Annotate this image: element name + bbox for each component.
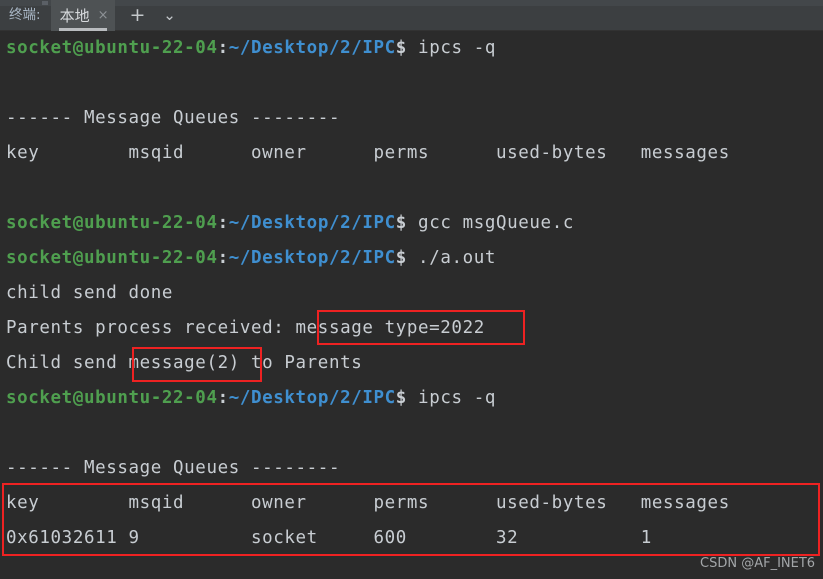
terminal-output-text: child send done bbox=[6, 283, 174, 303]
prompt-path: ~/Desktop/2/IPC bbox=[228, 213, 396, 233]
tab-local-label: 本地 bbox=[59, 6, 90, 25]
prompt-user-host: socket@ubuntu-22-04 bbox=[6, 213, 218, 233]
prompt-dollar: $ bbox=[395, 38, 407, 58]
tab-local[interactable]: 本地 × bbox=[50, 0, 116, 31]
terminal-output-line: 0x61032611 9 socket 600 32 1 bbox=[6, 527, 652, 549]
prompt-user-host: socket@ubuntu-22-04 bbox=[6, 248, 218, 268]
terminal-output-line: key msqid owner perms used-bytes message… bbox=[6, 142, 730, 164]
terminal-prompt-line: socket@ubuntu-22-04:~/Desktop/2/IPC$ ipc… bbox=[6, 387, 496, 409]
add-tab-icon[interactable]: + bbox=[129, 5, 146, 25]
terminal-output-text: key msqid owner perms used-bytes message… bbox=[6, 493, 730, 513]
terminal-output-text: key msqid owner perms used-bytes message… bbox=[6, 143, 730, 163]
prompt-path: ~/Desktop/2/IPC bbox=[228, 38, 396, 58]
tool-window-strip bbox=[0, 0, 823, 6]
terminal-output-line: ------ Message Queues -------- bbox=[6, 457, 340, 479]
prompt-dollar: $ bbox=[395, 388, 407, 408]
terminal-output-text: Child send message(2) to Parents bbox=[6, 353, 363, 373]
terminal-output-line: child send done bbox=[6, 282, 173, 304]
csdn-watermark: CSDN @AF_INET6 bbox=[700, 556, 816, 571]
terminal-prompt-line: socket@ubuntu-22-04:~/Desktop/2/IPC$ ipc… bbox=[6, 37, 496, 59]
close-icon[interactable]: × bbox=[98, 9, 109, 22]
prompt-path: ~/Desktop/2/IPC bbox=[228, 388, 396, 408]
terminal-output-text: Parents process received: message type=2… bbox=[6, 318, 485, 338]
prompt-colon: : bbox=[217, 38, 229, 58]
terminal-output-line: key msqid owner perms used-bytes message… bbox=[6, 492, 730, 514]
terminal-command: gcc msgQueue.c bbox=[406, 213, 574, 233]
prompt-dollar: $ bbox=[395, 213, 407, 233]
terminal-command: ./a.out bbox=[406, 248, 497, 268]
prompt-colon: : bbox=[217, 388, 229, 408]
strip-mark-1 bbox=[42, 1, 48, 5]
prompt-user-host: socket@ubuntu-22-04 bbox=[6, 388, 218, 408]
prompt-colon: : bbox=[217, 213, 229, 233]
terminal-output-text: ------ Message Queues -------- bbox=[6, 108, 341, 128]
terminal-output-text: 0x61032611 9 socket 600 32 1 bbox=[6, 528, 652, 548]
chevron-down-icon[interactable]: ⌄ bbox=[161, 7, 177, 23]
prompt-path: ~/Desktop/2/IPC bbox=[228, 248, 396, 268]
terminal-output-line: ------ Message Queues -------- bbox=[6, 107, 340, 129]
terminal-output-line: Child send message(2) to Parents bbox=[6, 352, 362, 374]
terminal-output-text: ------ Message Queues -------- bbox=[6, 458, 341, 478]
terminal-prompt-line: socket@ubuntu-22-04:~/Desktop/2/IPC$ gcc… bbox=[6, 212, 574, 234]
terminal-prompt-line: socket@ubuntu-22-04:~/Desktop/2/IPC$ ./a… bbox=[6, 247, 496, 269]
prompt-colon: : bbox=[217, 248, 229, 268]
terminal-command: ipcs -q bbox=[406, 38, 497, 58]
prompt-dollar: $ bbox=[395, 248, 407, 268]
terminal-output-area[interactable]: socket@ubuntu-22-04:~/Desktop/2/IPC$ ipc… bbox=[0, 31, 823, 579]
terminal-window: 终端: 本地 × + ⌄ socket@ubuntu-22-04:~/Deskt… bbox=[0, 0, 823, 579]
terminal-output-line: Parents process received: message type=2… bbox=[6, 317, 485, 339]
terminal-command: ipcs -q bbox=[406, 388, 497, 408]
terminal-tab-bar: 终端: 本地 × + ⌄ bbox=[0, 0, 823, 31]
prompt-user-host: socket@ubuntu-22-04 bbox=[6, 38, 218, 58]
